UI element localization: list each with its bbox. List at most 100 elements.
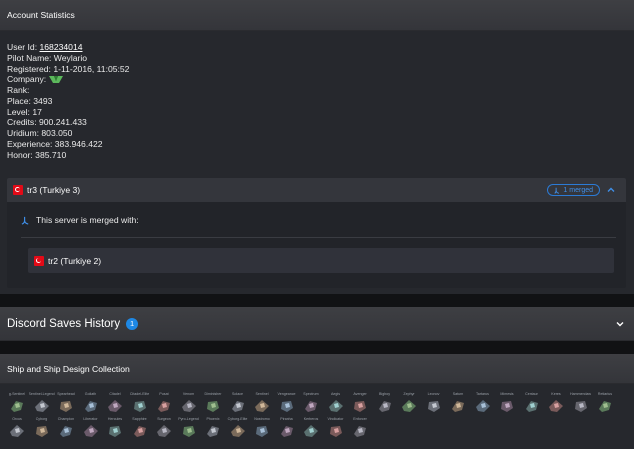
ship-item[interactable]: g-Sentinel: [6, 392, 28, 416]
ship-icon: [60, 401, 72, 412]
company-logo-icon: [48, 76, 63, 84]
ship-item[interactable]: Diminisher: [202, 392, 224, 416]
ship-name: Nostromo: [254, 417, 270, 421]
ship-item[interactable]: Surgeon: [153, 417, 175, 441]
ship-name: Diminisher: [204, 392, 222, 396]
ship-item[interactable]: Bigboy: [374, 392, 396, 416]
ship-item[interactable]: Kerberos: [300, 417, 322, 441]
ship-name: Spectrum: [303, 392, 319, 396]
ship-item[interactable]: Solace: [227, 392, 249, 416]
ship-item[interactable]: Sentinel-Legend: [29, 392, 55, 416]
ship-icon: [11, 401, 23, 412]
server-card: tr3 (Turkiye 3) 1 merged This server is …: [7, 178, 626, 288]
user-id-row: User Id: 168234014: [7, 42, 129, 53]
ship-item[interactable]: Sapphire: [129, 417, 151, 441]
ship-icon: [133, 401, 146, 412]
ship-collection-title: Ship and Ship Design Collection: [7, 363, 130, 374]
uridium: Uridium: 803.050: [7, 128, 73, 138]
ship-name: Hercules: [107, 417, 123, 421]
ship-icon: [256, 426, 268, 437]
credits: Credits: 900.241.433: [7, 117, 87, 128]
ship-name: Saturn: [452, 392, 464, 396]
ship-name: Venom: [182, 392, 195, 396]
user-id-link[interactable]: 168234014: [39, 42, 82, 52]
ship-name: Solace: [232, 392, 243, 396]
ship-item[interactable]: Nostromo: [251, 417, 273, 441]
ship-item[interactable]: Vindicator: [325, 417, 347, 441]
company-row: Company:: [7, 74, 129, 85]
ship-icon: [157, 425, 171, 437]
ship-item[interactable]: Liberator: [80, 417, 102, 441]
ship-icon: [354, 401, 366, 412]
ship-item[interactable]: Hammerclaw: [570, 392, 592, 416]
ship-item[interactable]: Aegis: [325, 392, 347, 416]
ship-item[interactable]: Phoenix: [202, 417, 224, 441]
ship-item[interactable]: Mimesis: [496, 392, 518, 416]
ship-icon: [207, 401, 219, 412]
ship-item[interactable]: Citadel: [104, 392, 126, 416]
ship-name: Pyro-Legend: [178, 417, 199, 421]
ship-icon: [182, 426, 195, 437]
ship-item[interactable]: Cyborg: [31, 417, 53, 441]
merged-server-name: tr2 (Turkiye 2): [48, 255, 102, 266]
ship-item[interactable]: Venom: [178, 392, 200, 416]
merge-icon: [21, 216, 29, 225]
ship-name: Enforcer: [353, 417, 367, 421]
ship-icon: [549, 400, 563, 412]
ship-name: Centaur: [525, 392, 538, 396]
server-header[interactable]: tr3 (Turkiye 3) 1 merged: [7, 178, 626, 202]
ship-item[interactable]: Keres: [545, 392, 567, 416]
ship-item[interactable]: Centaur: [521, 392, 543, 416]
ship-name: Goliath: [84, 392, 97, 396]
ship-item[interactable]: Sentinel: [251, 392, 273, 416]
ship-item[interactable]: Citadel-Elite: [129, 392, 151, 416]
ship-item[interactable]: Enforcer: [349, 417, 371, 441]
ship-name: Keres: [551, 392, 561, 396]
ship-name: Retiarius: [597, 392, 613, 396]
ship-icon: [525, 401, 538, 412]
ship-item[interactable]: Leonov: [423, 392, 445, 416]
ship-item[interactable]: Goliath: [80, 392, 102, 416]
ship-icon: [280, 426, 293, 437]
ship-item[interactable]: Piranha: [276, 417, 298, 441]
merged-badge-label: 1 merged: [563, 186, 593, 194]
ship-name: Bigboy: [379, 392, 390, 396]
ship-name: Pusat: [159, 392, 169, 396]
ship-icon: [60, 426, 72, 437]
ship-name: Surgeon: [157, 417, 171, 421]
ship-item[interactable]: Saturn: [447, 392, 469, 416]
ship-name: Cyborg-Elite: [227, 417, 248, 421]
ship-item[interactable]: Avenger: [349, 392, 371, 416]
ship-icon: [207, 426, 219, 437]
ship-item[interactable]: Tartarus: [472, 392, 494, 416]
ship-item[interactable]: Hercules: [104, 417, 126, 441]
company-label: Company:: [7, 74, 49, 85]
ship-item[interactable]: Orcus: [6, 417, 28, 441]
ship-icon: [329, 426, 342, 437]
chevron-up-icon[interactable]: [606, 185, 616, 195]
chevron-down-icon[interactable]: [615, 319, 625, 329]
ship-item[interactable]: Zephyr: [398, 392, 420, 416]
ship-icon: [158, 401, 170, 412]
pilot-name: Pilot Name: Weylario: [7, 52, 88, 63]
ship-item[interactable]: Spearhead: [55, 392, 77, 416]
discord-saves-header[interactable]: Discord Saves History 1: [0, 307, 634, 341]
ship-icon: [231, 401, 244, 412]
ship-icon: [83, 425, 98, 437]
ship-item[interactable]: Cyborg-Elite: [227, 417, 249, 441]
merge-icon: [554, 187, 560, 194]
ship-item[interactable]: Vengeance: [276, 392, 298, 416]
experience: Experience: 383.946.422: [7, 138, 103, 149]
ship-item[interactable]: Retiarius: [594, 392, 616, 416]
ship-item[interactable]: Pusat: [153, 392, 175, 416]
ship-item[interactable]: Spectrum: [300, 392, 322, 416]
ship-icon: [34, 400, 49, 412]
ship-item[interactable]: Pyro-Legend: [178, 417, 200, 441]
ship-name: Liberator: [83, 417, 98, 421]
ship-item[interactable]: Champion: [55, 417, 77, 441]
ship-name: Mimesis: [500, 392, 514, 396]
ship-name: Leonov: [427, 392, 440, 396]
ship-name: Spearhead: [57, 392, 75, 396]
discord-saves-panel: Discord Saves History 1: [0, 307, 634, 341]
ship-icon: [133, 426, 146, 437]
